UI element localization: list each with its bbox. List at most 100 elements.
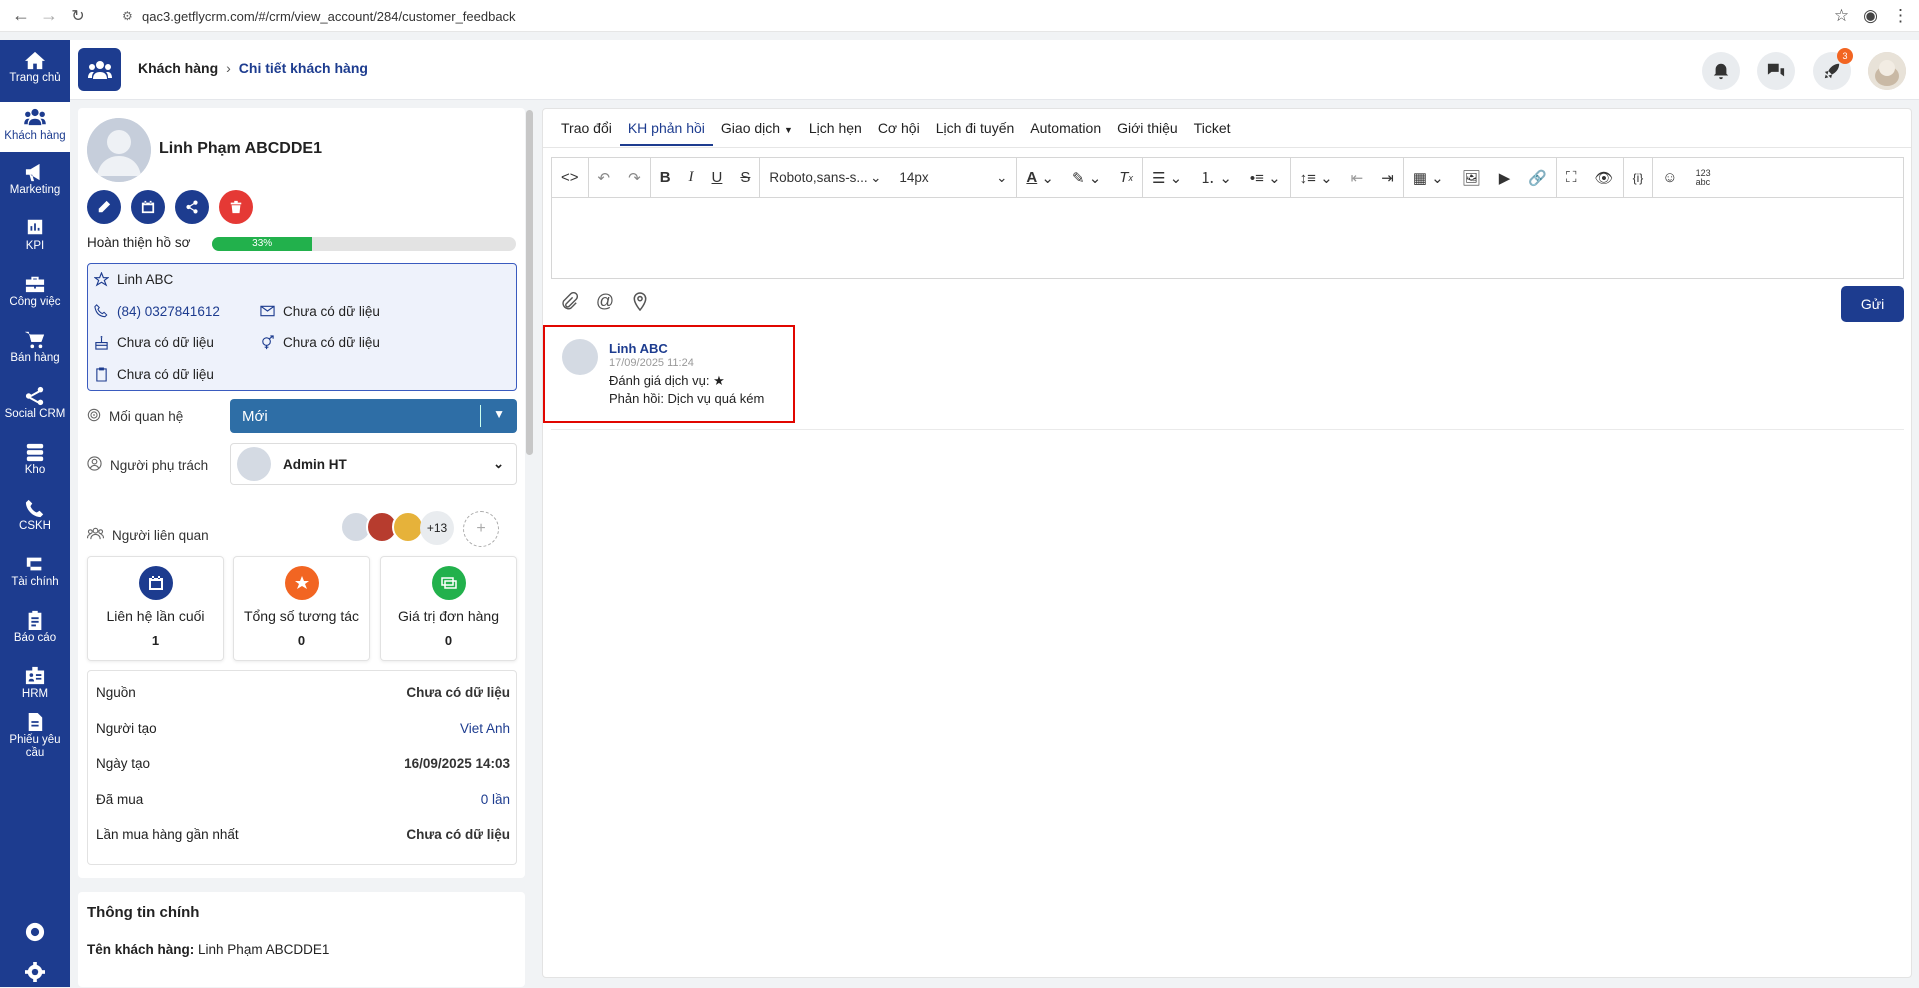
- fullscreen-icon[interactable]: ⛶: [1557, 158, 1586, 198]
- image-icon[interactable]: 🖼: [1453, 158, 1490, 198]
- browser-menu-icon[interactable]: ⋮: [1892, 6, 1909, 26]
- tab-referral[interactable]: Giới thiệu: [1109, 120, 1186, 146]
- sidebar-item-social-crm[interactable]: Social CRM: [0, 386, 70, 432]
- table-icon[interactable]: ▦ ⌄: [1404, 158, 1453, 198]
- clear-format-icon[interactable]: Tx: [1110, 158, 1142, 198]
- sidebar-item-sales[interactable]: Bán hàng: [0, 330, 70, 376]
- tab-customer-feedback[interactable]: KH phản hồi: [619, 120, 713, 146]
- user-avatar[interactable]: [1868, 52, 1906, 90]
- delete-button[interactable]: [219, 190, 253, 224]
- calendar-button[interactable]: [131, 190, 165, 224]
- bullet-list-icon[interactable]: •≡ ⌄: [1241, 158, 1290, 198]
- font-size-select[interactable]: 14px ⌄: [890, 158, 1016, 198]
- variables-icon[interactable]: {i}: [1624, 158, 1653, 198]
- strikethrough-icon[interactable]: S: [731, 158, 759, 198]
- browser-bar: ← → ↻ ⚙ qac3.getflycrm.com/#/crm/view_ac…: [0, 0, 1919, 32]
- sidebar-item-reports[interactable]: Báo cáo: [0, 610, 70, 656]
- site-info-icon[interactable]: ⚙: [122, 9, 142, 23]
- edit-button[interactable]: [87, 190, 121, 224]
- sidebar-item-label: Báo cáo: [13, 632, 57, 644]
- related-avatars[interactable]: +13 +: [340, 511, 499, 547]
- spellcheck-icon[interactable]: 123 abc: [1687, 158, 1720, 198]
- sidebar-item-customer-care[interactable]: CSKH: [0, 498, 70, 544]
- send-button[interactable]: Gửi: [1841, 286, 1904, 322]
- stat-last-contact: Liên hệ lần cuối 1: [87, 556, 224, 661]
- add-related-button[interactable]: +: [463, 511, 499, 547]
- birthday-value: Chưa có dữ liệu: [117, 334, 214, 350]
- owner-select[interactable]: Admin HT ⌄: [230, 443, 517, 485]
- profile-completion-bar: 33%: [212, 237, 516, 251]
- star-outline-icon[interactable]: [93, 271, 109, 287]
- chat-button[interactable]: [1757, 52, 1795, 90]
- contact-name: Linh ABC: [117, 271, 174, 287]
- bookmark-star-icon[interactable]: ☆: [1834, 6, 1849, 26]
- line-height-icon[interactable]: ↕≡ ⌄: [1291, 158, 1342, 198]
- editor-content[interactable]: [552, 199, 1903, 278]
- undo-icon[interactable]: ↶: [589, 158, 620, 198]
- paperclip-icon[interactable]: [557, 289, 581, 313]
- sidebar-item-home[interactable]: Trang chủ: [0, 50, 70, 96]
- related-more-count[interactable]: +13: [420, 511, 454, 545]
- preview-eye-icon[interactable]: 👁: [1586, 158, 1623, 198]
- font-family-select[interactable]: Roboto,sans-s... ⌄: [760, 158, 890, 198]
- feedback-divider: [551, 429, 1904, 430]
- updates-button[interactable]: 3: [1813, 48, 1853, 90]
- tab-transactions[interactable]: Giao dịch ▼: [713, 120, 801, 146]
- video-icon[interactable]: ▶: [1490, 158, 1520, 198]
- module-logo[interactable]: [78, 48, 121, 91]
- indent-icon[interactable]: ⇥: [1372, 158, 1403, 198]
- settings-button[interactable]: [0, 962, 70, 988]
- detail-value[interactable]: Viet Anh: [460, 721, 510, 736]
- customer-details: Nguồn Chưa có dữ liệu Người tạo Viet Anh…: [87, 670, 517, 865]
- tab-automation[interactable]: Automation: [1022, 120, 1109, 146]
- help-button[interactable]: [0, 922, 70, 948]
- sidebar-item-hrm[interactable]: HRM: [0, 666, 70, 712]
- italic-icon[interactable]: I: [680, 158, 703, 198]
- note-value: Chưa có dữ liệu: [117, 366, 214, 382]
- sidebar-item-tasks[interactable]: Công việc: [0, 274, 70, 320]
- tab-opportunities[interactable]: Cơ hội: [870, 120, 928, 146]
- url-bar[interactable]: ⚙ qac3.getflycrm.com/#/crm/view_account/…: [122, 3, 1822, 29]
- sidebar-item-marketing[interactable]: Marketing: [0, 162, 70, 208]
- bold-icon[interactable]: B: [651, 158, 680, 198]
- tab-ticket[interactable]: Ticket: [1186, 120, 1239, 146]
- relation-select[interactable]: Mới ▼: [230, 399, 517, 433]
- text-color-icon[interactable]: A ⌄: [1017, 158, 1063, 198]
- phone-value[interactable]: (84) 0327841612: [117, 304, 220, 319]
- tab-route-schedule[interactable]: Lịch đi tuyến: [928, 120, 1023, 146]
- align-icon[interactable]: ☰ ⌄: [1143, 158, 1191, 198]
- emoji-icon[interactable]: ☺: [1653, 158, 1686, 198]
- outdent-icon[interactable]: ⇤: [1342, 158, 1373, 198]
- sidebar-item-customers[interactable]: Khách hàng: [0, 102, 70, 152]
- stat-value: 0: [444, 633, 453, 648]
- feedback-time: 17/09/2025 11:24: [609, 357, 694, 369]
- detail-value[interactable]: 0 lần: [481, 792, 510, 807]
- breadcrumb-customers[interactable]: Khách hàng: [138, 60, 218, 76]
- sidebar-item-warehouse[interactable]: Kho: [0, 442, 70, 488]
- location-pin-icon[interactable]: [628, 289, 652, 313]
- reload-icon[interactable]: ↻: [62, 0, 94, 32]
- profile-icon[interactable]: ◉: [1863, 6, 1878, 26]
- ordered-list-icon[interactable]: ⒈ ⌄: [1191, 158, 1241, 198]
- tab-discussion[interactable]: Trao đổi: [553, 120, 620, 146]
- mention-icon[interactable]: @: [593, 289, 617, 313]
- calendar-icon: [141, 200, 155, 214]
- tab-appointments[interactable]: Lịch hẹn: [801, 120, 870, 146]
- redo-icon[interactable]: ↷: [619, 158, 650, 198]
- sidebar-item-label: Khách hàng: [4, 130, 66, 142]
- detail-label: Người tạo: [96, 721, 157, 736]
- gender-value: Chưa có dữ liệu: [283, 334, 380, 350]
- underline-icon[interactable]: U: [703, 158, 732, 198]
- feedback-author[interactable]: Linh ABC: [609, 341, 668, 356]
- code-view-icon[interactable]: <>: [552, 158, 588, 198]
- stat-label: Giá trị đơn hàng: [397, 608, 499, 624]
- link-icon[interactable]: 🔗: [1519, 158, 1556, 198]
- sidebar-item-kpi[interactable]: KPI: [0, 218, 70, 264]
- left-panel-scrollbar[interactable]: [526, 110, 533, 455]
- share-button[interactable]: [175, 190, 209, 224]
- highlight-color-icon[interactable]: ✎ ⌄: [1063, 158, 1110, 198]
- forward-icon[interactable]: →: [33, 0, 65, 32]
- sidebar-item-finance[interactable]: Tài chính: [0, 554, 70, 600]
- notification-button[interactable]: [1702, 52, 1740, 90]
- sidebar-item-requests[interactable]: Phiếu yêu cầu: [0, 712, 70, 774]
